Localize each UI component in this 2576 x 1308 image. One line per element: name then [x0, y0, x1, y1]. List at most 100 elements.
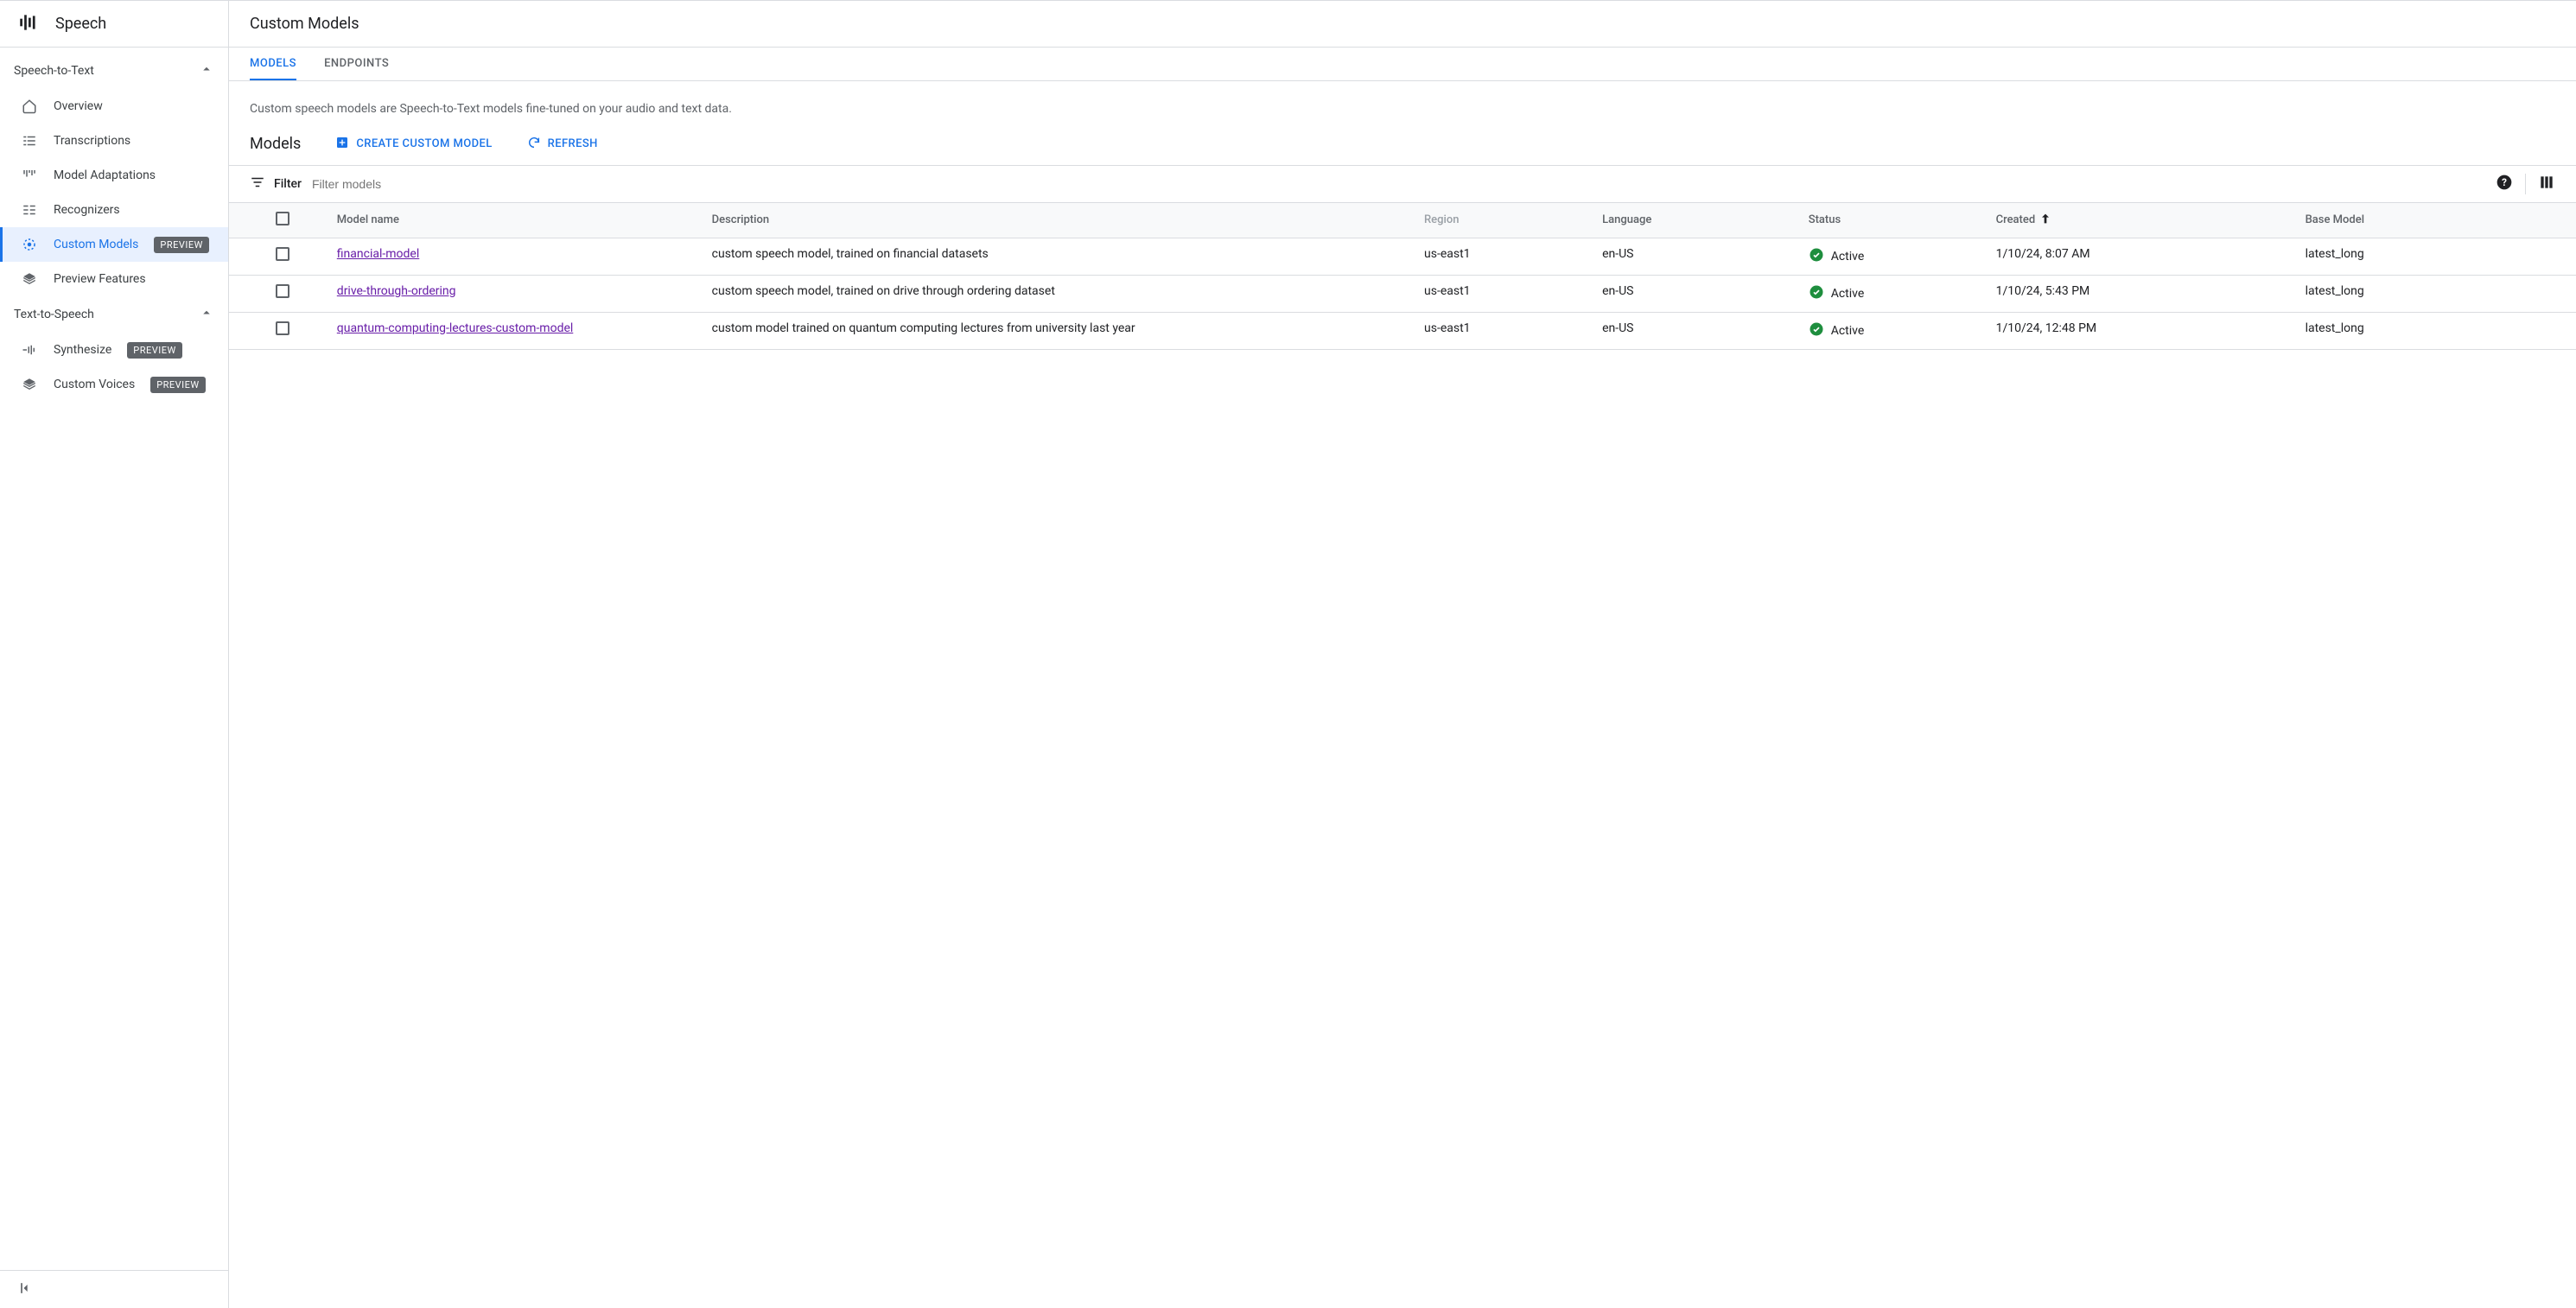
- chevron-up-icon: [199, 305, 214, 324]
- column-header-label: Created: [1996, 213, 2036, 226]
- nav-section-text-to-speech[interactable]: Text-to-Speech: [0, 296, 228, 333]
- sidebar-footer: [0, 1270, 228, 1308]
- column-header-status[interactable]: Status: [1798, 203, 1986, 238]
- preview-features-icon: [21, 271, 38, 287]
- main-content: Custom Models MODELS ENDPOINTS Custom sp…: [229, 1, 2576, 1308]
- check-circle-icon: [1809, 247, 1824, 266]
- create-custom-model-button[interactable]: CREATE CUSTOM MODEL: [335, 136, 492, 153]
- nav-section-label: Speech-to-Text: [14, 64, 94, 78]
- sidebar: Speech Speech-to-Text Overview Transcrip…: [0, 1, 229, 1308]
- sidebar-item-preview-features[interactable]: Preview Features: [0, 262, 228, 296]
- sidebar-item-custom-models[interactable]: Custom Models PREVIEW: [0, 227, 228, 262]
- model-name-link[interactable]: quantum-computing-lectures-custom-model: [337, 321, 574, 335]
- preview-badge: PREVIEW: [154, 237, 208, 253]
- sidebar-item-label: Overview: [54, 99, 103, 113]
- refresh-button[interactable]: REFRESH: [527, 136, 598, 153]
- nav-section-label: Text-to-Speech: [14, 308, 94, 321]
- sidebar-item-label: Preview Features: [54, 272, 146, 286]
- table-row: financial-model custom speech model, tra…: [229, 238, 2576, 275]
- sidebar-item-recognizers[interactable]: Recognizers: [0, 193, 228, 227]
- synthesize-icon: [21, 342, 38, 358]
- arrow-up-icon: [2039, 212, 2052, 229]
- sidebar-item-custom-voices[interactable]: Custom Voices PREVIEW: [0, 367, 228, 402]
- tab-models[interactable]: MODELS: [250, 48, 296, 80]
- sidebar-item-label: Model Adaptations: [54, 168, 156, 182]
- model-created: 1/10/24, 8:07 AM: [1986, 238, 2295, 275]
- sidebar-item-label: Custom Voices: [54, 378, 135, 391]
- column-header-checkbox: [229, 203, 327, 238]
- model-description: custom speech model, trained on drive th…: [702, 275, 1414, 312]
- row-checkbox[interactable]: [276, 321, 289, 335]
- table-row: drive-through-ordering custom speech mod…: [229, 275, 2576, 312]
- divider: [2525, 174, 2526, 194]
- column-settings-icon[interactable]: [2538, 174, 2555, 194]
- check-circle-icon: [1809, 321, 1824, 340]
- transcriptions-icon: [21, 133, 38, 149]
- button-label: REFRESH: [548, 137, 598, 150]
- column-header-base-model[interactable]: Base Model: [2295, 203, 2576, 238]
- home-icon: [21, 98, 38, 114]
- models-table: Model name Description Region Language S…: [229, 203, 2576, 350]
- sidebar-item-label: Synthesize: [54, 343, 111, 357]
- model-language: en-US: [1592, 275, 1798, 312]
- column-header-created[interactable]: Created: [1986, 203, 2295, 238]
- plus-box-icon: [335, 136, 349, 153]
- page-header: Custom Models: [229, 1, 2576, 48]
- tab-endpoints[interactable]: ENDPOINTS: [324, 48, 389, 80]
- section-title: Models: [250, 135, 301, 153]
- column-header-language[interactable]: Language: [1592, 203, 1798, 238]
- table-row: quantum-computing-lectures-custom-model …: [229, 312, 2576, 349]
- model-region: us-east1: [1414, 312, 1592, 349]
- status-text: Active: [1831, 287, 1865, 301]
- filter-input[interactable]: [310, 176, 2496, 192]
- svg-text:?: ?: [2502, 176, 2507, 188]
- nav-section-speech-to-text[interactable]: Speech-to-Text: [0, 53, 228, 89]
- chevron-up-icon: [199, 61, 214, 80]
- model-created: 1/10/24, 5:43 PM: [1986, 275, 2295, 312]
- model-name-link[interactable]: financial-model: [337, 247, 419, 261]
- adaptations-icon: [21, 168, 38, 183]
- section-bar: Models CREATE CUSTOM MODEL REFRESH: [229, 126, 2576, 165]
- help-icon[interactable]: ?: [2496, 174, 2513, 194]
- model-name-link[interactable]: drive-through-ordering: [337, 284, 456, 298]
- status-text: Active: [1831, 250, 1865, 264]
- model-region: us-east1: [1414, 275, 1592, 312]
- model-language: en-US: [1592, 238, 1798, 275]
- tab-label: MODELS: [250, 57, 296, 70]
- model-base: latest_long: [2295, 238, 2576, 275]
- speech-product-icon: [17, 11, 40, 37]
- model-base: latest_long: [2295, 312, 2576, 349]
- column-header-region[interactable]: Region: [1414, 203, 1592, 238]
- button-label: CREATE CUSTOM MODEL: [356, 137, 492, 150]
- tab-label: ENDPOINTS: [324, 57, 389, 70]
- filter-icon: [250, 175, 265, 194]
- select-all-checkbox[interactable]: [276, 212, 289, 225]
- filter-label: Filter: [274, 177, 302, 191]
- row-checkbox[interactable]: [276, 284, 289, 298]
- tab-bar: MODELS ENDPOINTS: [229, 48, 2576, 81]
- sidebar-item-label: Transcriptions: [54, 134, 130, 148]
- sidebar-header: Speech: [0, 1, 228, 48]
- table-header-row: Model name Description Region Language S…: [229, 203, 2576, 238]
- column-header-name[interactable]: Model name: [327, 203, 702, 238]
- model-description: custom model trained on quantum computin…: [702, 312, 1414, 349]
- sidebar-item-label: Recognizers: [54, 203, 120, 217]
- sidebar-item-model-adaptations[interactable]: Model Adaptations: [0, 158, 228, 193]
- model-base: latest_long: [2295, 275, 2576, 312]
- collapse-sidebar-icon[interactable]: [17, 1279, 35, 1300]
- recognizers-icon: [21, 202, 38, 218]
- sidebar-item-synthesize[interactable]: Synthesize PREVIEW: [0, 333, 228, 367]
- sidebar-item-overview[interactable]: Overview: [0, 89, 228, 124]
- status-text: Active: [1831, 324, 1865, 338]
- column-header-description[interactable]: Description: [702, 203, 1414, 238]
- model-created: 1/10/24, 12:48 PM: [1986, 312, 2295, 349]
- filter-bar: Filter ?: [229, 165, 2576, 203]
- intro-text: Custom speech models are Speech-to-Text …: [229, 81, 2576, 126]
- model-description: custom speech model, trained on financia…: [702, 238, 1414, 275]
- sidebar-item-transcriptions[interactable]: Transcriptions: [0, 124, 228, 158]
- product-name: Speech: [55, 15, 106, 33]
- row-checkbox[interactable]: [276, 247, 289, 261]
- page-title: Custom Models: [250, 15, 359, 33]
- refresh-icon: [527, 136, 541, 153]
- sidebar-item-label: Custom Models: [54, 238, 138, 251]
